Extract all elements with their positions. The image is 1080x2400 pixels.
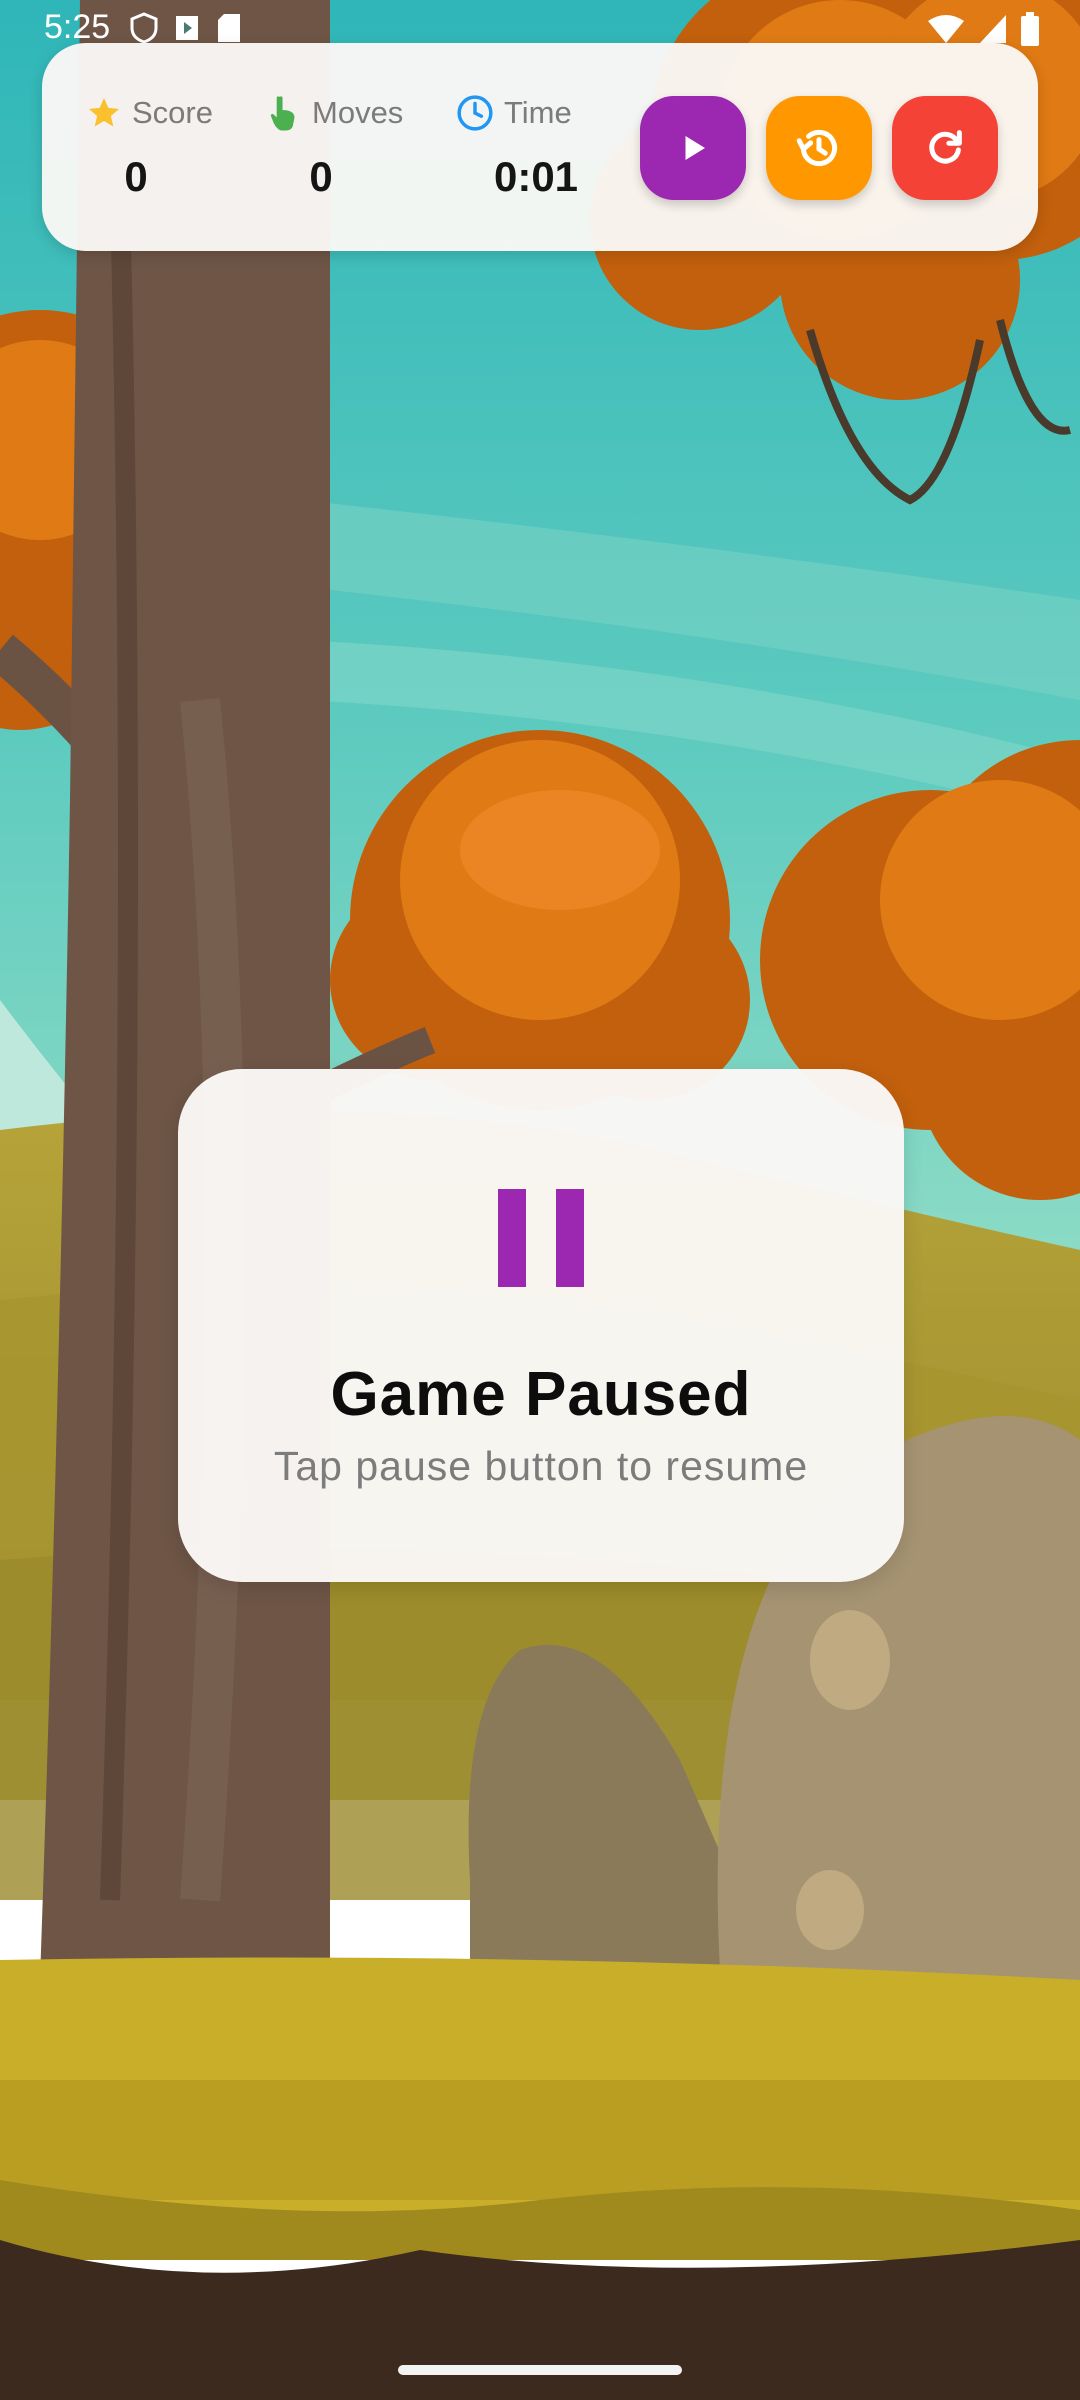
wifi-icon [928,15,964,43]
battery-icon [1021,12,1039,46]
status-system-icons [926,12,1040,46]
history-icon [796,129,838,167]
time-label: Time [504,95,572,130]
time-value: 0:01 [493,153,579,200]
restart-button[interactable] [892,96,998,200]
score-label: Score [132,95,213,130]
signal-icon [980,15,1006,43]
home-indicator[interactable] [398,2365,682,2375]
moves-label: Moves [312,95,404,130]
score-value: 0 [124,153,148,200]
time-stat: Time 0:01 [456,93,626,200]
moves-value: 0 [309,153,333,200]
pause-subtitle: Tap pause button to resume [273,1443,809,1489]
shield-icon [130,12,158,44]
pause-dialog: Game Paused Tap pause button to resume [178,1069,904,1582]
star-icon [89,98,119,127]
hand-pointer-icon [270,96,295,131]
status-time: 5:25 [44,8,111,46]
play-button[interactable] [640,96,746,200]
game-hud: Score 0 Moves 0 Time 0:01 [42,43,1038,251]
history-button[interactable] [766,96,872,200]
play-store-icon [176,16,198,40]
pause-icon [498,1189,584,1287]
sd-card-icon [218,14,240,42]
moves-stat: Moves 0 [266,93,436,200]
refresh-icon [929,130,962,164]
pause-title: Game Paused [330,1360,752,1429]
play-icon [685,136,705,160]
status-notification-icons [130,12,242,44]
clock-icon [457,95,493,131]
score-stat: Score 0 [86,93,256,200]
